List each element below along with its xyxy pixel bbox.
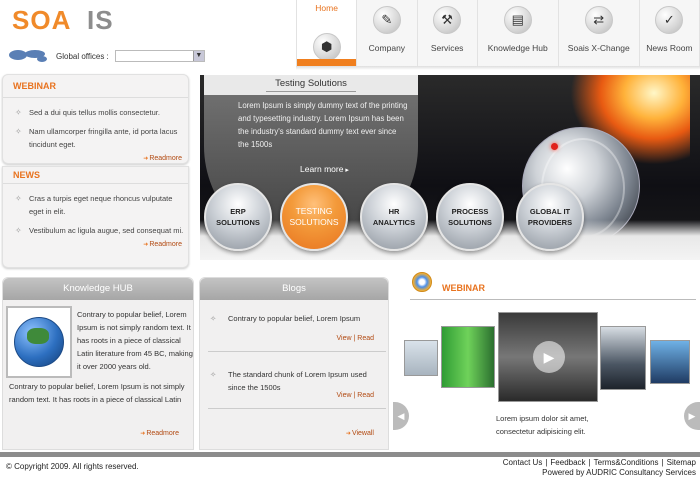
company-icon: ✎ [372,6,401,34]
svg-text:SOA: SOA [12,8,71,32]
play-icon[interactable]: ▶ [533,341,565,373]
learn-more-link[interactable]: Learn more [300,164,349,174]
webinar-thumb[interactable] [441,326,495,388]
hr-analytics-label: HR ANALYTICS [372,207,416,227]
footer-separator: | [661,458,664,467]
banner-title-divider [266,91,356,92]
knowledge-hub-readmore-link[interactable]: Readmore [140,430,185,437]
webinar-panel-title: WEBINAR [442,283,485,293]
webinar-panel: WEBINAR ▶ Lorem ipsum dolor sit amet, co… [396,266,700,450]
main-nav: Home ⬢ ✎ Company ⚒ Services ▤ Knowledge … [296,0,700,66]
knowledge-hub-panel: Knowledge HUB Contrary to popular belief… [2,277,194,450]
hr-analytics-button[interactable]: HR ANALYTICS [360,183,428,251]
location-dot-icon [551,143,558,150]
powered-by-text: Powered by AUDRIC Consultancy Services [542,468,696,477]
nav-soais-xchange-label: Soais X-Change [567,43,630,53]
global-it-providers-button[interactable]: GLOBAL IT PROVIDERS [516,183,584,251]
blogs-title: Blogs [200,278,388,300]
news-readmore-link[interactable]: Readmore [3,241,188,248]
news-room-icon: ✓ [655,6,684,34]
webinar-box-title: WEBINAR [3,75,188,98]
webinar-item[interactable]: Sed a dui quis tellus mollis consectetur… [15,106,188,119]
svg-text:IS: IS [87,8,114,32]
copyright-text: © Copyright 2009. All rights reserved. [6,462,139,471]
news-item[interactable]: Cras a turpis eget neque rhoncus vulputa… [15,192,188,218]
news-box-title: NEWS [3,167,188,184]
news-box: NEWS Cras a turpis eget neque rhoncus vu… [2,166,189,268]
news-item[interactable]: Vestibulum ac ligula augue, sed consequa… [15,224,188,237]
nav-home[interactable]: Home ⬢ [297,0,358,66]
webinar-thumb[interactable] [404,340,438,376]
blog-divider [208,351,386,352]
nav-services[interactable]: ⚒ Services [418,0,478,66]
blog-item[interactable]: Contrary to popular belief, Lorem Ipsum [210,312,380,325]
xchange-icon: ⇄ [584,6,613,34]
footer-bar [0,452,700,457]
webinar-divider [410,299,696,300]
chevron-left-icon: ◀ [397,411,405,421]
blog-view-link[interactable]: View [337,335,352,342]
blog-divider [208,408,386,409]
nav-shadow [296,66,700,70]
chevron-down-icon[interactable]: ▼ [192,51,204,61]
erp-solutions-button[interactable]: ERP SOLUTIONS [204,183,272,251]
chevron-right-icon: ▶ [688,411,696,421]
nav-home-label: Home [315,3,338,13]
footer-separator: | [545,458,548,467]
nav-knowledge-hub[interactable]: ▤ Knowledge Hub [478,0,559,66]
global-offices: Global offices : ▼ [8,49,205,63]
blogs-panel: Blogs Contrary to popular belief, Lorem … [199,277,389,450]
webinar-item[interactable]: Nam ullamcorper fringilla ante, id porta… [15,125,188,151]
nav-company[interactable]: ✎ Company [357,0,418,66]
nav-news-room-label: News Room [646,43,693,53]
webinar-video-player[interactable]: ▶ [498,312,598,402]
nav-company-label: Company [368,43,406,53]
blog-actions: View | Read [336,392,375,399]
blog-view-link[interactable]: View [337,392,352,399]
blog-read-link[interactable]: Read [357,392,374,399]
sitemap-link[interactable]: Sitemap [667,458,696,467]
webinar-thumb[interactable] [600,326,646,390]
webinar-readmore-link[interactable]: Readmore [3,155,188,162]
feedback-link[interactable]: Feedback [550,458,585,467]
webinar-thumb[interactable] [650,340,690,384]
blog-item[interactable]: The standard chunk of Lorem Ipsum used s… [210,368,380,394]
footer-links: Contact Us | Feedback | Terms&Conditions | Sit… [503,458,696,478]
knowledge-hub-title: Knowledge HUB [3,278,193,300]
services-icon: ⚒ [433,6,462,34]
testing-solutions-button[interactable]: TESTING SOLUTIONS [280,183,348,251]
soais-logo[interactable]: SOA IS [12,8,152,32]
banner-text: Lorem Ipsum is simply dummy text of the … [238,101,408,149]
knowledge-hub-text: Contrary to popular belief, Lorem Ipsum … [77,310,193,371]
webinar-box: WEBINAR Sed a dui quis tellus mollis con… [2,74,189,164]
knowledge-hub-image [6,306,72,378]
nav-news-room[interactable]: ✓ News Room [640,0,700,66]
home-icon: ⬢ [312,33,341,61]
webinar-globe-icon [412,272,432,292]
nav-soais-xchange[interactable]: ⇄ Soais X-Change [559,0,640,66]
process-solutions-label: PROCESS SOLUTIONS [448,207,492,227]
testing-solutions-label: TESTING SOLUTIONS [289,206,339,227]
terms-link[interactable]: Terms&Conditions [594,458,659,467]
knowledge-hub-icon: ▤ [503,6,532,34]
process-solutions-button[interactable]: PROCESS SOLUTIONS [436,183,504,251]
world-map-icon [9,50,47,62]
nav-knowledge-hub-label: Knowledge Hub [487,43,548,53]
blog-actions: View | Read [336,335,375,342]
global-it-providers-label: GLOBAL IT PROVIDERS [527,207,573,227]
hero-banner: Testing Solutions Lorem Ipsum is simply … [200,75,700,260]
knowledge-hub-text-continued: Contrary to popular belief, Lorem Ipsum … [9,382,185,404]
contact-us-link[interactable]: Contact Us [503,458,543,467]
global-offices-label: Global offices : [56,51,109,61]
blog-read-link[interactable]: Read [357,335,374,342]
footer-separator: | [588,458,591,467]
earth-icon [14,317,64,367]
global-offices-select[interactable]: ▼ [114,50,205,62]
nav-services-label: Services [430,43,464,53]
erp-solutions-label: ERP SOLUTIONS [216,207,260,227]
blogs-viewall-link[interactable]: Viewall [346,430,380,437]
webinar-caption: Lorem ipsum dolor sit amet, consectetur … [496,414,589,436]
banner-title: Testing Solutions [275,78,347,89]
